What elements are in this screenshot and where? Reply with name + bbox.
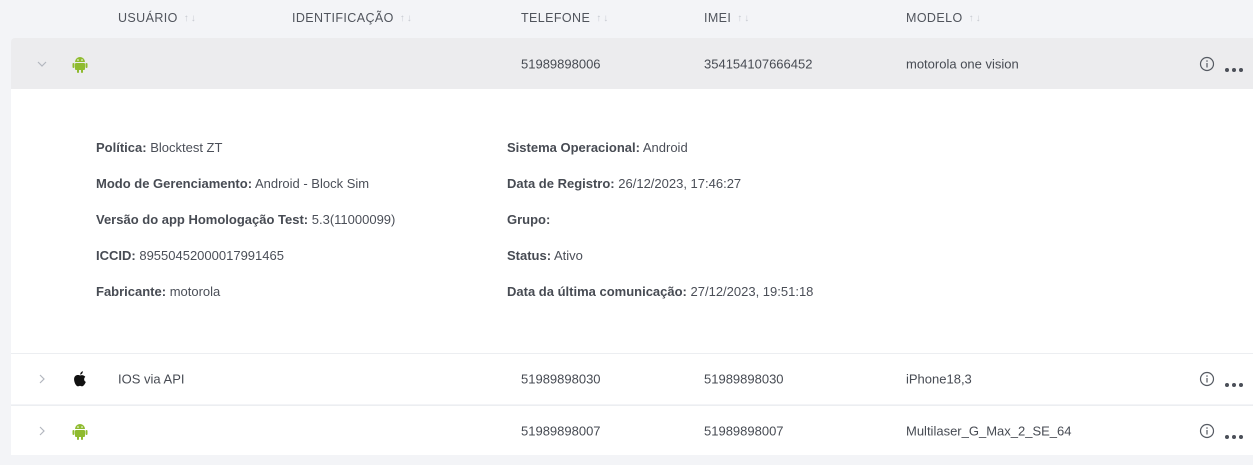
detail-value: motorola xyxy=(169,284,221,299)
column-header-identificacao[interactable]: IDENTIFICAÇÃO ↑↓ xyxy=(292,11,414,25)
sort-icon[interactable]: ↑↓ xyxy=(400,13,414,24)
table-header: USUÁRIO ↑↓ IDENTIFICAÇÃO ↑↓ TELEFONE ↑↓ … xyxy=(0,0,1253,38)
detail-data-registro: Data de Registro: 26/12/2023, 17:46:27 xyxy=(507,176,741,191)
column-label: IDENTIFICAÇÃO xyxy=(292,11,394,25)
detail-label: Modo de Gerenciamento: xyxy=(96,176,253,191)
detail-label: ICCID: xyxy=(96,248,136,263)
table-row[interactable]: 51989898006 354154107666452 motorola one… xyxy=(11,38,1253,89)
detail-value: 89550452000017991465 xyxy=(139,248,284,263)
detail-label: Sistema Operacional: xyxy=(507,140,640,155)
sort-icon[interactable]: ↑↓ xyxy=(737,13,751,24)
column-header-imei[interactable]: IMEI ↑↓ xyxy=(704,11,751,25)
column-header-telefone[interactable]: TELEFONE ↑↓ xyxy=(521,11,610,25)
row-imei: 51989898030 xyxy=(704,371,784,387)
column-label: USUÁRIO xyxy=(118,11,178,25)
column-label: IMEI xyxy=(704,11,732,25)
chevron-right-icon[interactable] xyxy=(36,425,48,437)
detail-ultima-comunicacao: Data da última comunicação: 27/12/2023, … xyxy=(507,284,813,299)
row-identificacao: IOS via API xyxy=(118,371,185,387)
row-imei: 354154107666452 xyxy=(704,56,813,71)
info-icon[interactable] xyxy=(1199,371,1215,387)
detail-versao-app: Versão do app Homologação Test: 5.3(1100… xyxy=(96,212,395,227)
detail-politica: Política: Blocktest ZT xyxy=(96,140,222,155)
detail-value: 26/12/2023, 17:46:27 xyxy=(618,176,742,191)
detail-fabricante: Fabricante: motorola xyxy=(96,284,220,299)
row-imei: 51989898007 xyxy=(704,423,784,438)
detail-value: 5.3(11000099) xyxy=(311,212,396,227)
column-label: MODELO xyxy=(906,11,963,25)
row-modelo: iPhone18,3 xyxy=(906,371,972,387)
detail-value: Android - Block Sim xyxy=(254,176,370,191)
detail-sistema-operacional: Sistema Operacional: Android xyxy=(507,140,688,155)
android-icon xyxy=(72,55,88,73)
detail-value: 27/12/2023, 19:51:18 xyxy=(690,284,814,299)
row-modelo: motorola one vision xyxy=(906,56,1019,71)
row-telefone: 51989898007 xyxy=(521,423,601,438)
table-row[interactable]: 51989898007 51989898007 Multilaser_G_Max… xyxy=(11,405,1253,455)
sort-icon[interactable]: ↑↓ xyxy=(596,13,610,24)
column-header-usuario[interactable]: USUÁRIO ↑↓ xyxy=(118,11,198,25)
column-label: TELEFONE xyxy=(521,11,591,25)
detail-label: Status: xyxy=(507,248,552,263)
chevron-down-icon[interactable] xyxy=(36,58,48,70)
column-header-modelo[interactable]: MODELO ↑↓ xyxy=(906,11,983,25)
detail-label: Grupo: xyxy=(507,212,551,227)
detail-status: Status: Ativo xyxy=(507,248,583,263)
detail-value: Blocktest ZT xyxy=(150,140,223,155)
detail-grupo: Grupo: xyxy=(507,212,550,227)
detail-label: Fabricante: xyxy=(96,284,167,299)
android-icon xyxy=(72,422,88,440)
table-row[interactable]: IOS via API 51989898030 51989898030 iPho… xyxy=(11,353,1253,404)
row-telefone: 51989898006 xyxy=(521,56,601,71)
device-details-panel: Política: Blocktest ZT Modo de Gerenciam… xyxy=(11,89,1253,353)
apple-icon xyxy=(72,370,88,388)
more-options-icon[interactable] xyxy=(1224,61,1244,72)
info-icon[interactable] xyxy=(1199,56,1215,72)
detail-value: Android xyxy=(642,140,688,155)
row-telefone: 51989898030 xyxy=(521,371,601,387)
detail-iccid: ICCID: 89550452000017991465 xyxy=(96,248,284,263)
detail-label: Versão do app Homologação Test: xyxy=(96,212,309,227)
info-icon[interactable] xyxy=(1199,423,1215,439)
more-options-icon[interactable] xyxy=(1224,376,1244,387)
detail-value: Ativo xyxy=(553,248,583,263)
detail-modo-gerenciamento: Modo de Gerenciamento: Android - Block S… xyxy=(96,176,369,191)
more-options-icon[interactable] xyxy=(1224,428,1244,439)
sort-icon[interactable]: ↑↓ xyxy=(184,13,198,24)
row-modelo: Multilaser_G_Max_2_SE_64 xyxy=(906,423,1072,438)
detail-label: Data da última comunicação: xyxy=(507,284,687,299)
chevron-right-icon[interactable] xyxy=(36,373,48,385)
detail-label: Política: xyxy=(96,140,147,155)
sort-icon[interactable]: ↑↓ xyxy=(969,13,983,24)
detail-label: Data de Registro: xyxy=(507,176,615,191)
